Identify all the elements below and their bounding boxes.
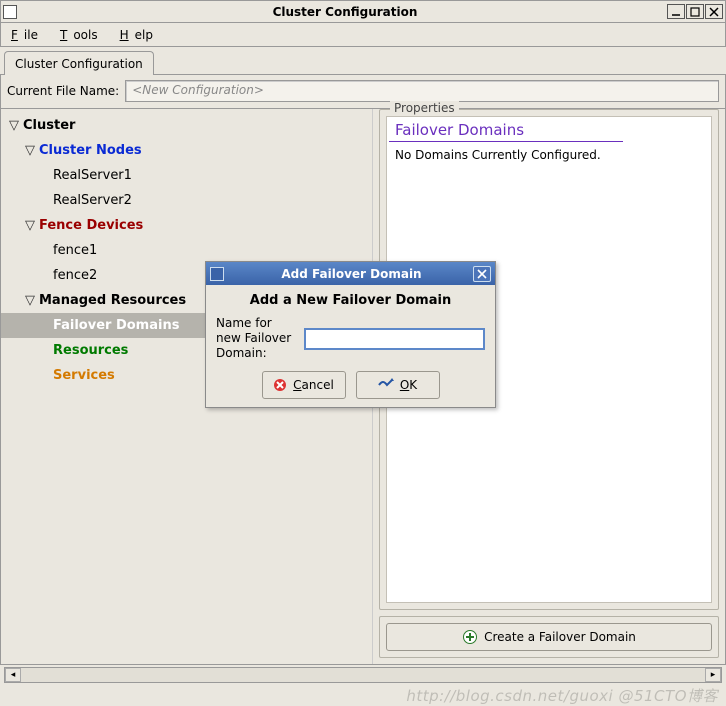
menubar: File Tools Help <box>0 23 726 47</box>
tree-fence-devices[interactable]: ▽Fence Devices <box>1 213 372 238</box>
watermark: http://blog.csdn.net/guoxi @51CTO博客 <box>406 685 718 706</box>
window-titlebar: Cluster Configuration <box>0 0 726 23</box>
dialog-close-button[interactable] <box>473 266 491 282</box>
filename-label: Current File Name: <box>7 84 119 98</box>
create-failover-domain-button[interactable]: Create a Failover Domain <box>386 623 712 651</box>
tree-cluster-nodes-label: Cluster Nodes <box>39 143 142 158</box>
filename-row: Current File Name: <New Configuration> <box>0 74 726 109</box>
horizontal-scrollbar[interactable]: ◂ ▸ <box>4 667 722 683</box>
menu-tools[interactable]: Tools <box>54 26 110 44</box>
menu-file-rest: ile <box>18 26 44 44</box>
close-button[interactable] <box>705 4 723 19</box>
window-controls <box>667 4 723 19</box>
tree-root[interactable]: ▽Cluster <box>1 113 372 138</box>
properties-heading: Failover Domains <box>389 119 623 142</box>
menu-help[interactable]: Help <box>114 26 165 44</box>
cancel-label: Cancel <box>293 378 334 392</box>
dialog-heading: Add a New Failover Domain <box>216 293 485 308</box>
tree-item-label: fence2 <box>53 268 97 283</box>
properties-empty-message: No Domains Currently Configured. <box>389 142 709 168</box>
tree-root-label: Cluster <box>23 118 75 133</box>
tree-managed-label: Managed Resources <box>39 293 186 308</box>
add-icon <box>462 629 478 645</box>
ok-button[interactable]: OK <box>356 371 440 399</box>
window-icon <box>3 5 17 19</box>
tree-item-label: RealServer2 <box>53 193 132 208</box>
expand-icon[interactable]: ▽ <box>9 118 23 133</box>
menu-tools-rest: ools <box>67 26 103 44</box>
tab-cluster-configuration[interactable]: Cluster Configuration <box>4 51 154 75</box>
ok-label: OK <box>400 378 417 392</box>
create-button-area: Create a Failover Domain <box>379 616 719 658</box>
maximize-button[interactable] <box>686 4 704 19</box>
tree-item-label: Services <box>53 368 115 383</box>
dialog-window-icon <box>210 267 224 281</box>
scroll-left-icon[interactable]: ◂ <box>5 668 21 682</box>
scrollbar-track[interactable] <box>21 668 705 682</box>
menu-file[interactable]: File <box>5 26 50 44</box>
tree-item-label: RealServer1 <box>53 168 132 183</box>
tree-cluster-nodes[interactable]: ▽Cluster Nodes <box>1 138 372 163</box>
cancel-button[interactable]: Cancel <box>262 371 346 399</box>
ok-icon <box>378 378 394 392</box>
tree-item-label: Resources <box>53 343 128 358</box>
create-button-label: Create a Failover Domain <box>484 630 636 644</box>
properties-legend: Properties <box>390 101 459 115</box>
minimize-button[interactable] <box>667 4 685 19</box>
scroll-right-icon[interactable]: ▸ <box>705 668 721 682</box>
expand-icon[interactable]: ▽ <box>25 143 39 158</box>
dialog-title: Add Failover Domain <box>230 267 473 281</box>
tree-fence-label: Fence Devices <box>39 218 143 233</box>
failover-name-input[interactable] <box>304 328 485 350</box>
tab-row: Cluster Configuration <box>0 51 726 75</box>
dialog-form-row: Name for new Failover Domain: <box>216 316 485 361</box>
window-title: Cluster Configuration <box>23 5 667 19</box>
dialog-titlebar[interactable]: Add Failover Domain <box>206 262 495 285</box>
failover-name-label: Name for new Failover Domain: <box>216 316 298 361</box>
cancel-icon <box>273 378 287 392</box>
expand-icon[interactable]: ▽ <box>25 218 39 233</box>
tree-item-label: Failover Domains <box>53 318 179 333</box>
dialog-button-row: Cancel OK <box>216 371 485 399</box>
menu-help-rest: elp <box>129 26 159 44</box>
tree-node-realserver1[interactable]: RealServer1 <box>1 163 372 188</box>
filename-input[interactable]: <New Configuration> <box>125 80 719 102</box>
add-failover-domain-dialog: Add Failover Domain Add a New Failover D… <box>205 261 496 408</box>
expand-icon[interactable]: ▽ <box>25 293 39 308</box>
tree-fence-1[interactable]: fence1 <box>1 238 372 263</box>
tree-item-label: fence1 <box>53 243 97 258</box>
tree-node-realserver2[interactable]: RealServer2 <box>1 188 372 213</box>
dialog-body: Add a New Failover Domain Name for new F… <box>206 285 495 407</box>
